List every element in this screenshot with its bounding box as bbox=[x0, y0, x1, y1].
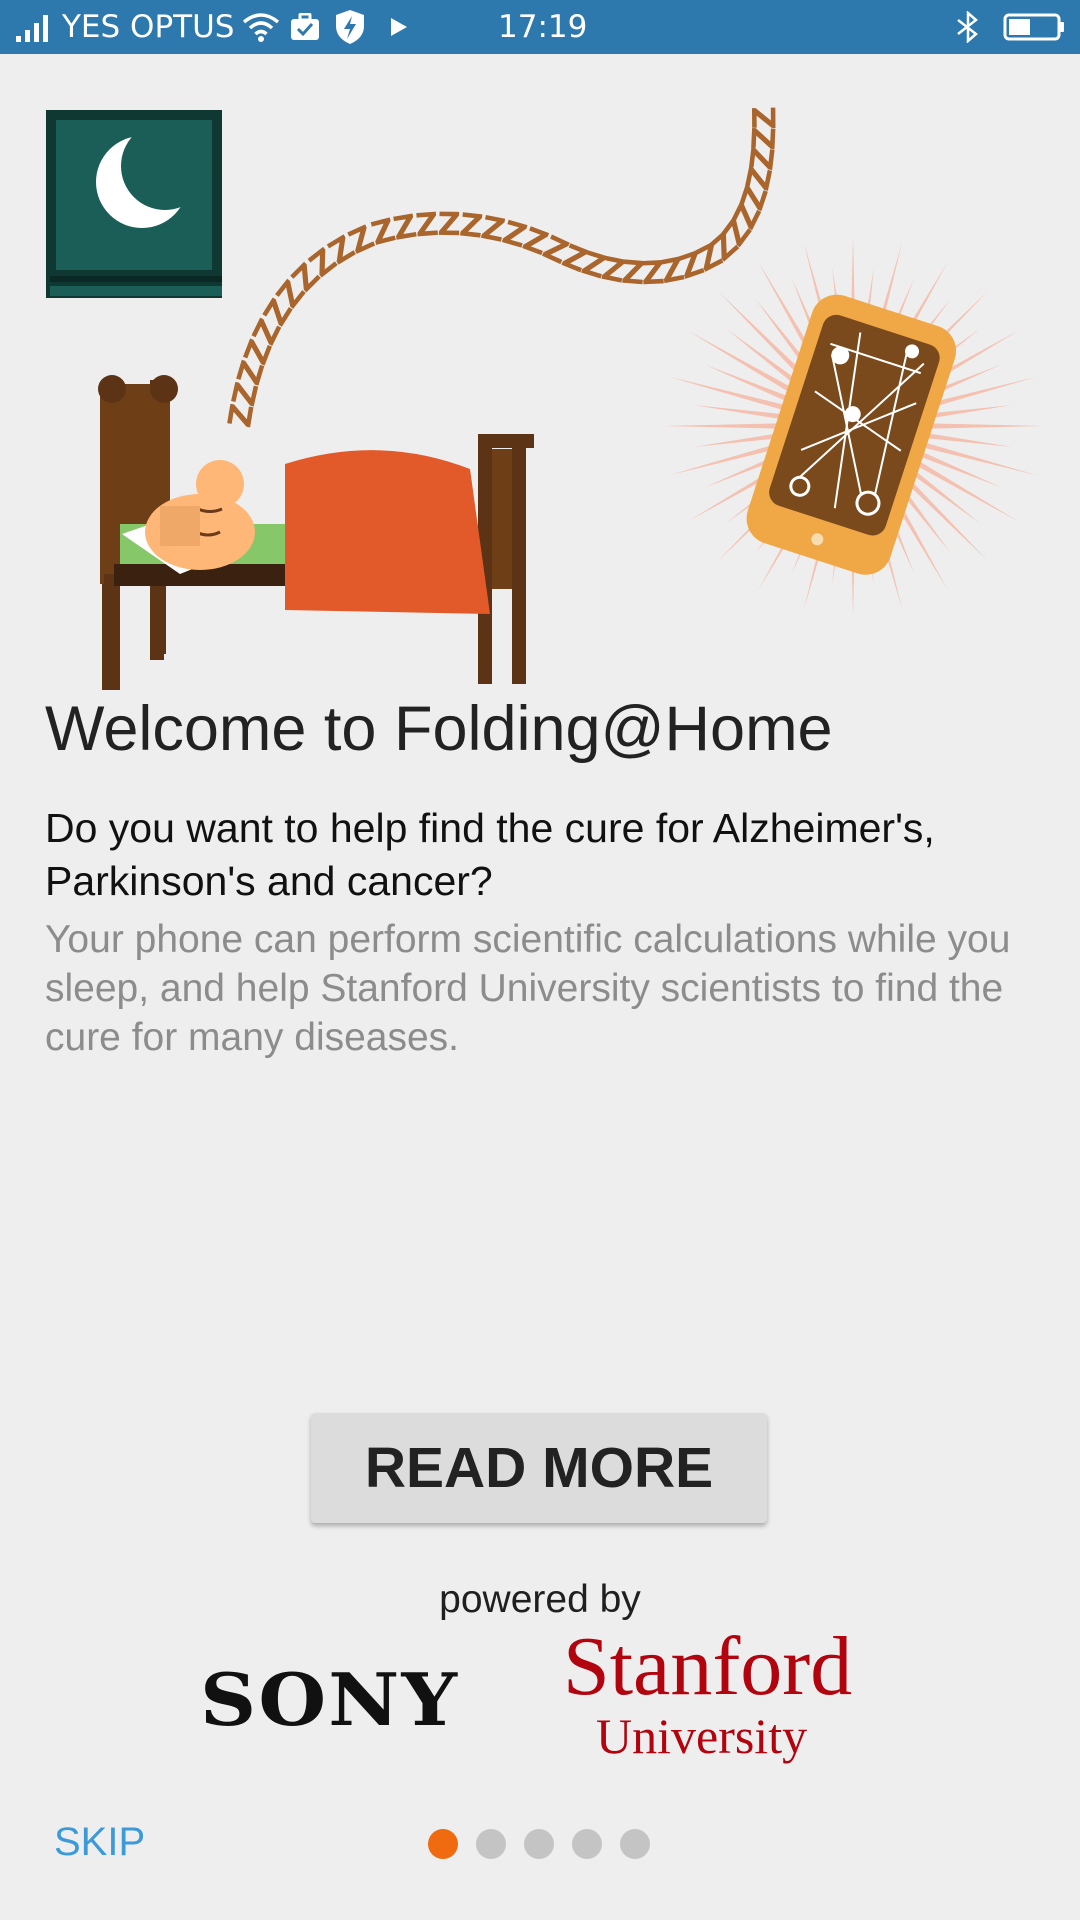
onboarding-screen: YES OPTUS 17:19 ZZZZZZZZZZZZZZZZZZZZZZZZ… bbox=[0, 0, 1080, 1920]
page-dot bbox=[476, 1829, 506, 1859]
moon-window-icon bbox=[46, 110, 222, 298]
page-dot bbox=[428, 1829, 458, 1859]
page-dot bbox=[620, 1829, 650, 1859]
stanford-logo-top: Stanford bbox=[563, 1620, 853, 1713]
skip-button[interactable]: SKIP bbox=[54, 1820, 145, 1865]
carrier-name: YES OPTUS bbox=[62, 9, 235, 45]
sleep-illustration: ZZZZZZZZZZZZZZZZZZZZZZZZZZZZZZZZZZZZZZZ bbox=[0, 24, 1080, 694]
wifi-icon bbox=[242, 0, 280, 54]
page-indicator bbox=[428, 1829, 668, 1859]
page-dot bbox=[524, 1829, 554, 1859]
sony-logo: SONY bbox=[200, 1657, 460, 1742]
signal-icon bbox=[16, 0, 56, 54]
stanford-logo-bottom: University bbox=[596, 1708, 808, 1764]
status-time: 17:19 bbox=[498, 9, 588, 45]
battery-icon bbox=[1003, 0, 1065, 54]
question-text: Do you want to help find the cure for Al… bbox=[45, 805, 935, 904]
glowing-phone-icon bbox=[663, 236, 1043, 616]
play-icon bbox=[389, 0, 409, 54]
status-bar: YES OPTUS 17:19 bbox=[0, 0, 1080, 54]
shield-icon bbox=[334, 0, 366, 54]
description-text: Your phone can perform scientific calcul… bbox=[45, 918, 1011, 1059]
sleeping-person-in-bed-icon bbox=[98, 375, 534, 690]
briefcase-icon bbox=[290, 0, 320, 54]
page-dot bbox=[572, 1829, 602, 1859]
welcome-title: Welcome to Folding@Home bbox=[45, 694, 833, 764]
powered-by-label: powered by bbox=[439, 1578, 641, 1621]
bluetooth-icon bbox=[955, 0, 981, 54]
read-more-button[interactable]: READ MORE bbox=[311, 1413, 767, 1523]
